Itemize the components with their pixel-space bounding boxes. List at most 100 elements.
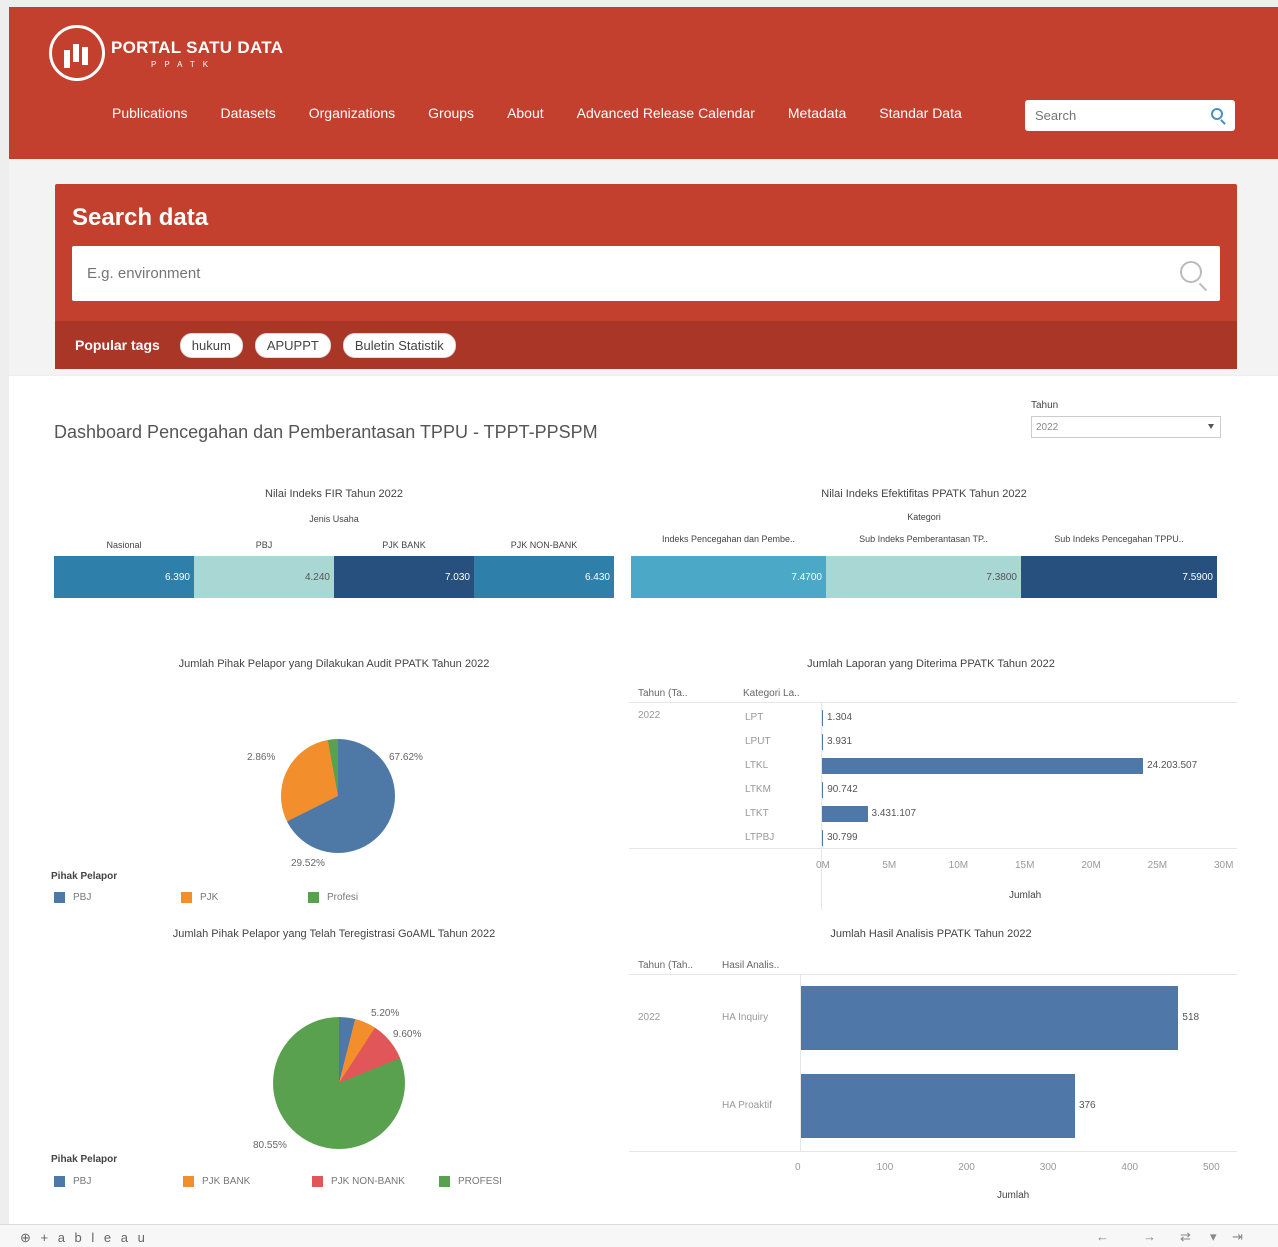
download-icon[interactable]: ▾ — [1210, 1229, 1217, 1245]
bar-category-label: LPUT — [745, 736, 771, 747]
tag-hukum[interactable]: hukum — [179, 332, 243, 358]
chevron-down-icon — [1208, 424, 1214, 429]
bar-category-label: LTKT — [745, 808, 769, 819]
nav-search-input[interactable] — [1025, 100, 1195, 131]
legend-label: PJK — [200, 892, 219, 903]
legend-label: PBJ — [73, 892, 92, 903]
legend-label: PBJ — [73, 1176, 92, 1187]
search-input[interactable] — [72, 246, 1152, 301]
tableau-brand: + a b l e a u — [40, 1230, 148, 1245]
bar[interactable] — [822, 782, 824, 798]
x-tick-label: 300 — [1039, 1162, 1057, 1173]
nav-organizations[interactable]: Organizations — [309, 105, 395, 121]
pie-label: 80.55% — [253, 1140, 287, 1151]
x-tick-label: 500 — [1203, 1162, 1220, 1173]
redo-icon[interactable]: → — [1143, 1229, 1156, 1244]
bar[interactable] — [822, 710, 823, 726]
goaml-pie-chart[interactable] — [273, 1017, 405, 1149]
bar-category-label: LTKM — [745, 784, 771, 795]
reports-year-label: 2022 — [638, 710, 661, 721]
effectiveness-col-header: Sub Indeks Pencegahan TPPU.. — [1054, 534, 1184, 544]
analysis-col-header: Hasil Analis.. — [722, 960, 780, 971]
year-filter-value: 2022 — [1036, 422, 1059, 433]
legend-item-pbj[interactable]: PBJ — [54, 1176, 91, 1187]
legend-swatch — [54, 892, 65, 903]
effectiveness-col-header: Sub Indeks Pemberantasan TP.. — [859, 534, 988, 544]
legend-item-profesi[interactable]: PROFESI — [439, 1176, 502, 1187]
nav-groups[interactable]: Groups — [428, 105, 474, 121]
bar-category-label: LPT — [745, 712, 764, 723]
x-tick-label: 0M — [816, 860, 830, 871]
audit-pie-chart[interactable] — [281, 739, 395, 853]
search-title: Search data — [72, 204, 209, 231]
x-tick-label: 10M — [948, 860, 969, 871]
effectiveness-cell[interactable]: 7.5900 — [1021, 556, 1217, 598]
search-icon[interactable] — [1211, 108, 1223, 120]
fir-cell[interactable]: 7.030 — [334, 556, 474, 598]
pie-label: 2.86% — [247, 752, 276, 763]
fir-col-header: Nasional — [106, 540, 142, 550]
fir-cell[interactable]: 6.430 — [474, 556, 614, 598]
search-panel: Search data Popular tags hukum APUPPT Bu… — [55, 184, 1237, 369]
nav-metadata[interactable]: Metadata — [788, 105, 846, 121]
year-filter-select[interactable]: 2022 — [1031, 416, 1221, 438]
audit-legend-title: Pihak Pelapor — [51, 871, 118, 882]
undo-icon[interactable]: ← — [1096, 1229, 1109, 1244]
divider — [629, 1151, 1237, 1152]
legend-item-pjk[interactable]: PJK — [181, 892, 218, 903]
nav-publications[interactable]: Publications — [112, 105, 188, 121]
effectiveness-col-header: Indeks Pencegahan dan Pembe.. — [661, 534, 796, 544]
tag-apuppt[interactable]: APUPPT — [254, 332, 331, 358]
bar[interactable] — [801, 986, 1179, 1050]
top-navbar: PORTAL SATU DATA PPATK Publications Data… — [9, 7, 1278, 159]
search-icon[interactable] — [1180, 261, 1202, 283]
fir-cell[interactable]: 6.390 — [54, 556, 194, 598]
dashboard-title: Dashboard Pencegahan dan Pemberantasan T… — [54, 422, 598, 442]
legend-swatch — [308, 892, 319, 903]
tableau-logo[interactable]: ⊕ + a b l e a u — [20, 1230, 148, 1246]
nav-datasets[interactable]: Datasets — [221, 105, 276, 121]
bar[interactable] — [822, 830, 823, 846]
nav-about[interactable]: About — [507, 105, 544, 121]
popular-tags-bar: Popular tags hukum APUPPT Buletin Statis… — [55, 321, 1237, 369]
legend-item-pjk-non-bank[interactable]: PJK NON-BANK — [312, 1176, 405, 1187]
legend-item-profesi[interactable]: Profesi — [308, 892, 358, 903]
divider — [629, 974, 1237, 975]
divider — [629, 848, 1237, 849]
fir-index-title: Nilai Indeks FIR Tahun 2022 — [265, 488, 403, 500]
audit-pie-title: Jumlah Pihak Pelapor yang Dilakukan Audi… — [178, 658, 490, 670]
fir-cell[interactable]: 4.240 — [194, 556, 334, 598]
x-axis-title: Jumlah — [1009, 890, 1042, 901]
bar[interactable] — [822, 758, 1144, 774]
nav-search — [1025, 100, 1235, 131]
x-tick-label: 15M — [1015, 860, 1035, 871]
legend-item-pbj[interactable]: PBJ — [54, 892, 91, 903]
legend-label: PJK BANK — [202, 1176, 251, 1187]
goaml-pie-title: Jumlah Pihak Pelapor yang Telah Teregist… — [172, 928, 496, 940]
share-icon[interactable]: ⇄ — [1180, 1229, 1191, 1245]
effectiveness-cell[interactable]: 7.3800 — [826, 556, 1021, 598]
bar-category-label: LTPBJ — [745, 832, 775, 843]
x-tick-label: 400 — [1121, 1162, 1139, 1173]
effectiveness-cell[interactable]: 7.4700 — [631, 556, 826, 598]
legend-item-pjk-bank[interactable]: PJK BANK — [183, 1176, 250, 1187]
bar[interactable] — [822, 806, 868, 822]
x-tick-label: 100 — [876, 1162, 894, 1173]
logo-title: PORTAL SATU DATA — [111, 37, 284, 57]
nav-standar-data[interactable]: Standar Data — [879, 105, 962, 121]
fullscreen-icon[interactable]: ⇥ — [1232, 1229, 1243, 1245]
bar-category-label: HA Inquiry — [722, 1012, 769, 1023]
legend-label: Profesi — [327, 892, 359, 903]
nav-release-calendar[interactable]: Advanced Release Calendar — [577, 105, 755, 121]
pie-label: 29.52% — [291, 858, 325, 869]
bar[interactable] — [801, 1074, 1075, 1138]
effectiveness-group-header: Kategori — [907, 512, 941, 522]
pie-label: 9.60% — [393, 1029, 422, 1040]
legend-label: PJK NON-BANK — [331, 1176, 405, 1187]
bar-value-label: 376 — [1078, 1100, 1096, 1111]
fir-col-header: PJK BANK — [382, 540, 426, 550]
bar[interactable] — [822, 734, 823, 750]
pie-label: 5.20% — [371, 1008, 400, 1019]
portal-logo[interactable]: PORTAL SATU DATA PPATK — [49, 25, 283, 81]
tag-buletin-statistik[interactable]: Buletin Statistik — [342, 332, 456, 358]
